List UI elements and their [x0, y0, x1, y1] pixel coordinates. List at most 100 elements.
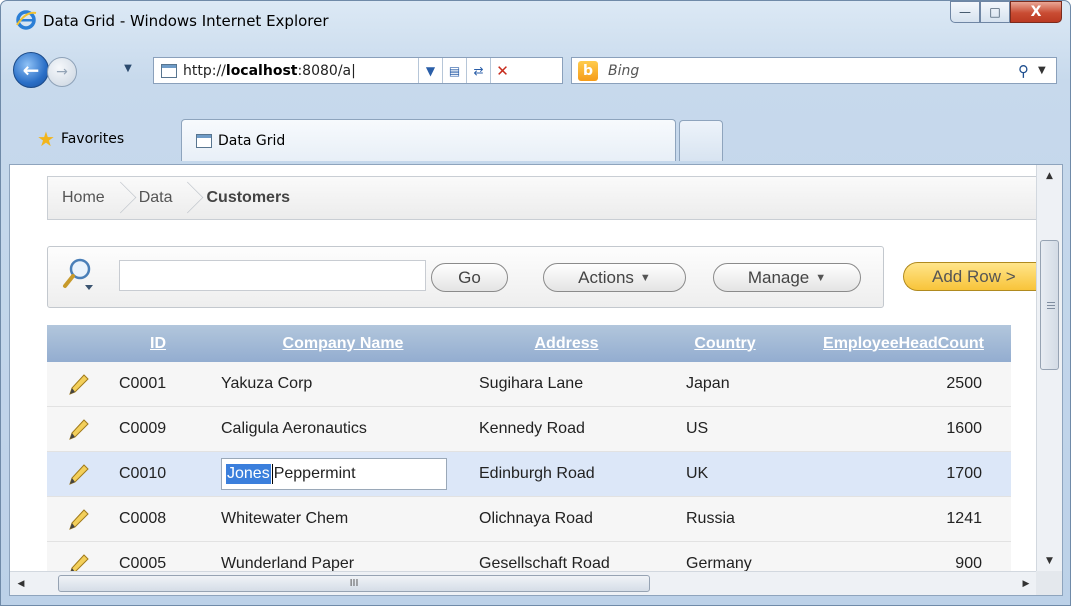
new-tab-button[interactable] [679, 120, 723, 161]
cell-id: C0008 [119, 510, 167, 527]
tab-label: Data Grid [218, 132, 286, 149]
table-row[interactable]: C0001 Yakuza Corp Sugihara Lane Japan 25… [47, 362, 1011, 407]
cell-employee-head-count: 1600 [946, 420, 982, 437]
company-name-edit-input[interactable]: Jones Peppermint [221, 458, 447, 490]
add-row-label: Add Row > [932, 266, 1016, 286]
page-viewport: Home Data Customers Go Actions ▼ Manage [9, 164, 1063, 596]
scrollbar-corner [1036, 571, 1062, 595]
cell-id: C0001 [119, 375, 167, 392]
manage-label: Manage [747, 267, 810, 287]
horizontal-scroll-thumb[interactable]: III [58, 575, 650, 592]
cell-country: Japan [686, 375, 730, 392]
grid-header-row: ID Company Name Address Country Employee… [47, 325, 1011, 362]
table-row[interactable]: C0009 Caligula Aeronautics Kennedy Road … [47, 407, 1011, 452]
go-label: Go [458, 267, 481, 287]
breadcrumb-separator [178, 176, 192, 220]
vertical-scroll-thumb[interactable] [1040, 240, 1059, 370]
cell-company-name: Yakuza Corp [221, 375, 313, 392]
chevron-down-icon: ▼ [815, 271, 827, 284]
cell-country: Russia [686, 510, 735, 527]
cell-country: US [686, 420, 709, 437]
grip-icon [1047, 302, 1055, 311]
page-icon [196, 133, 212, 148]
favorites-button[interactable]: ★ Favorites [37, 127, 124, 151]
cell-employee-head-count: 1700 [946, 465, 982, 482]
maximize-button[interactable]: □ [980, 1, 1010, 23]
actions-menu-button[interactable]: Actions ▼ [543, 263, 686, 292]
add-row-button[interactable]: Add Row > [903, 262, 1053, 291]
cell-id: C0010 [119, 465, 167, 482]
table-row[interactable]: C0008 Whitewater Chem Olichnaya Road Rus… [47, 497, 1011, 542]
breadcrumb: Home Data Customers [47, 176, 1042, 220]
column-header-address[interactable]: Address [479, 335, 654, 353]
cell-address: Kennedy Road [479, 420, 585, 437]
navigation-bar: ← → ▼ http://localhost:8080/a| ▼ ▤ ⇄ ✕ b… [1, 49, 1070, 89]
search-options-dropdown-icon[interactable]: ▼ [1038, 65, 1056, 76]
breadcrumb-item-home[interactable]: Home [48, 189, 111, 207]
cell-employee-head-count: 1241 [946, 510, 982, 527]
column-header-company-name[interactable]: Company Name [207, 335, 479, 353]
actions-label: Actions [578, 267, 634, 287]
horizontal-scrollbar[interactable]: ◀ III ▶ [10, 571, 1037, 595]
refresh-icon[interactable]: ⇄ [466, 58, 490, 83]
grip-icon: III [349, 578, 359, 589]
cell-address: Sugihara Lane [479, 375, 584, 392]
grid-search-input[interactable] [119, 260, 426, 291]
browser-window: Data Grid - Windows Internet Explorer — … [0, 0, 1071, 606]
cell-company-name: Caligula Aeronautics [221, 420, 367, 437]
cell-address: Edinburgh Road [479, 465, 595, 482]
breadcrumb-separator [111, 176, 125, 220]
window-title: Data Grid - Windows Internet Explorer [43, 12, 329, 30]
back-arrow-icon[interactable]: ← [13, 52, 49, 88]
favorites-star-icon: ★ [37, 127, 55, 151]
address-text[interactable]: http://localhost:8080/a| [183, 63, 418, 79]
edit-pencil-icon[interactable] [47, 371, 109, 397]
cell-id: C0009 [119, 420, 167, 437]
scroll-right-arrow-icon[interactable]: ▶ [1017, 572, 1035, 595]
data-grid: ID Company Name Address Country Employee… [47, 325, 1011, 587]
cell-country: UK [686, 465, 709, 482]
page-icon [161, 63, 177, 78]
column-header-country[interactable]: Country [654, 335, 796, 353]
text-cursor-icon [271, 464, 273, 484]
scroll-left-arrow-icon[interactable]: ◀ [12, 572, 30, 595]
go-button[interactable]: Go [431, 263, 508, 292]
edit-pencil-icon[interactable] [47, 416, 109, 442]
tab-data-grid[interactable]: Data Grid [181, 119, 676, 161]
chevron-down-icon: ▼ [639, 271, 651, 284]
scroll-up-arrow-icon[interactable]: ▲ [1037, 167, 1062, 185]
breadcrumb-item-customers: Customers [206, 189, 291, 206]
favorites-label: Favorites [60, 131, 125, 147]
column-header-employee-head-count[interactable]: EmployeeHeadCount [796, 335, 1011, 353]
search-icon[interactable]: ⚲ [1018, 62, 1038, 80]
forward-arrow-icon[interactable]: → [47, 57, 77, 87]
recent-pages-dropdown-icon[interactable]: ▼ [120, 63, 136, 79]
search-placeholder[interactable]: Bing [608, 63, 1018, 79]
vertical-scrollbar[interactable]: ▲ ▼ [1036, 165, 1062, 572]
column-header-id[interactable]: ID [109, 335, 207, 353]
cell-company-name: Whitewater Chem [221, 510, 349, 527]
table-row-editing[interactable]: C0010 Jones Peppermint Edinburgh Road UK … [47, 452, 1011, 497]
title-bar: Data Grid - Windows Internet Explorer — … [1, 1, 1070, 41]
search-magnifier-icon[interactable] [61, 256, 97, 292]
minimize-button[interactable]: — [950, 1, 980, 23]
stop-icon[interactable]: ✕ [490, 58, 514, 83]
cell-employee-head-count: 2500 [946, 375, 982, 392]
favorites-bar: ★ Favorites Data Grid [1, 119, 1070, 164]
address-bar[interactable]: http://localhost:8080/a| ▼ ▤ ⇄ ✕ [153, 57, 563, 84]
bing-logo-icon: b [578, 60, 598, 81]
grid-toolbar: Go Actions ▼ Manage ▼ [47, 246, 884, 308]
cell-address: Olichnaya Road [479, 510, 593, 527]
selected-text: Jones [226, 464, 271, 484]
manage-menu-button[interactable]: Manage ▼ [713, 263, 861, 292]
search-bar[interactable]: b Bing ⚲ ▼ [571, 57, 1057, 84]
address-dropdown-icon[interactable]: ▼ [418, 58, 442, 83]
compatibility-view-icon[interactable]: ▤ [442, 58, 466, 83]
cell-company-name: Jones Peppermint [219, 458, 479, 490]
unselected-text: Peppermint [273, 465, 356, 482]
close-button[interactable]: X [1010, 1, 1062, 23]
scroll-down-arrow-icon[interactable]: ▼ [1037, 552, 1062, 570]
edit-pencil-icon[interactable] [47, 506, 109, 532]
edit-pencil-icon[interactable] [47, 461, 109, 487]
ie-logo-icon [16, 10, 37, 30]
